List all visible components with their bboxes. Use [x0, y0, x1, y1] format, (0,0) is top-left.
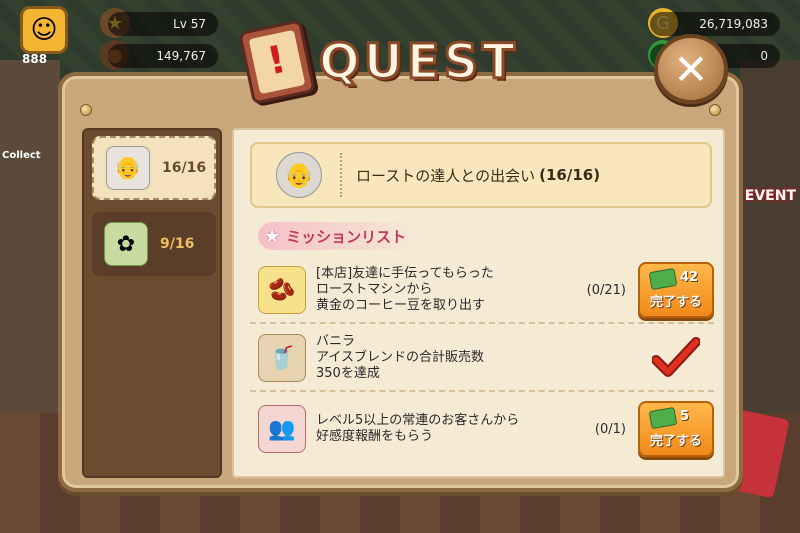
complete-button-label: 完了する [649, 295, 702, 310]
roaster-master-icon: 👴 [106, 146, 150, 190]
mission-list-heading: ★ ミッションリスト [258, 222, 423, 250]
cash-icon [648, 267, 678, 291]
rivet [709, 104, 721, 116]
quest-progress: (16/16) [539, 166, 601, 184]
mission-line: 好感度報酬をもらう [316, 429, 434, 444]
cash-icon [648, 406, 678, 430]
quest-title-area: ! QUEST [238, 19, 519, 105]
complete-button[interactable]: 42 完了する [638, 262, 714, 318]
event-tag[interactable]: EVENT [745, 188, 796, 204]
sold-out-icon: 🥤 [258, 334, 306, 382]
quest-book-icon: ! [238, 19, 316, 105]
divider [340, 153, 342, 197]
sidebar-item-roaster-quest[interactable]: 👴 16/16 [92, 136, 216, 200]
player-avatar[interactable]: ☺ [20, 6, 68, 54]
mission-line: レベル5以上の常連のお客さんから [316, 412, 520, 428]
mission-line: 350を達成 [316, 366, 380, 382]
mission-description: レベル5以上の常連のお客さんから 好感度報酬をもらう [316, 413, 566, 446]
mission-progress: (0/21) [586, 282, 626, 298]
sidebar-item-count: 9/16 [160, 236, 195, 252]
mission-row: 🫘 [本店]友達に手伝ってもらった ローストマシンから 黄金のコーヒー豆を取り出… [250, 258, 714, 324]
rivet [80, 104, 92, 116]
close-button[interactable]: ✕ [654, 34, 728, 104]
quest-detail-panel: 👴 ローストの達人との出会い (16/16) ★ ミッションリスト 🫘 [本店]… [232, 128, 725, 478]
sidebar-item-flower-quest[interactable]: ✿ 9/16 [92, 212, 216, 276]
mission-description: [本店]友達に手伝ってもらった ローストマシンから 黄金のコーヒー豆を取り出す [316, 266, 566, 315]
reward-amount: 42 [680, 270, 699, 285]
golden-beans-icon: 🫘 [258, 266, 306, 314]
star-icon: ★ [264, 225, 281, 247]
flower-cake-icon: ✿ [104, 222, 148, 266]
mission-list-label: ミッションリスト [286, 227, 407, 246]
checkmark-icon [638, 330, 714, 386]
quest-title: ローストの達人との出会い [356, 166, 536, 185]
complete-button-label: 完了する [649, 434, 702, 449]
reward-amount: 5 [680, 409, 690, 424]
collect-tag[interactable]: Collect [2, 150, 41, 161]
mission-line: 黄金のコーヒー豆を取り出す [316, 298, 486, 314]
coins-display: 26,719,083 [650, 12, 780, 36]
mission-row: 🥤 バニラ アイスブレンドの合計販売数 350を達成 [250, 326, 714, 392]
mission-line: [本店]友達に手伝ってもらった [316, 265, 494, 281]
avatar-count: 888 [22, 52, 48, 66]
roaster-master-avatar: 👴 [276, 152, 322, 198]
sidebar-item-count: 16/16 [162, 160, 207, 176]
quest-header: 👴 ローストの達人との出会い (16/16) [250, 142, 712, 208]
mission-row: 👥 レベル5以上の常連のお客さんから 好感度報酬をもらう (0/1) 5 完了す… [250, 396, 714, 462]
mission-line: バニラ [316, 333, 356, 349]
beans-display: 149,767 [108, 44, 218, 68]
mission-line: ローストマシンから [316, 281, 433, 297]
mission-progress: (0/1) [594, 421, 626, 437]
mission-line: アイスブレンドの合計販売数 [316, 349, 484, 365]
window-title: QUEST [318, 33, 519, 92]
regular-customers-icon: 👥 [258, 405, 306, 453]
quest-category-list: 👴 16/16 ✿ 9/16 [82, 128, 222, 478]
level-display: Lv 57 [108, 12, 218, 36]
mission-description: バニラ アイスブレンドの合計販売数 350を達成 [316, 334, 566, 383]
complete-button[interactable]: 5 完了する [638, 401, 714, 457]
